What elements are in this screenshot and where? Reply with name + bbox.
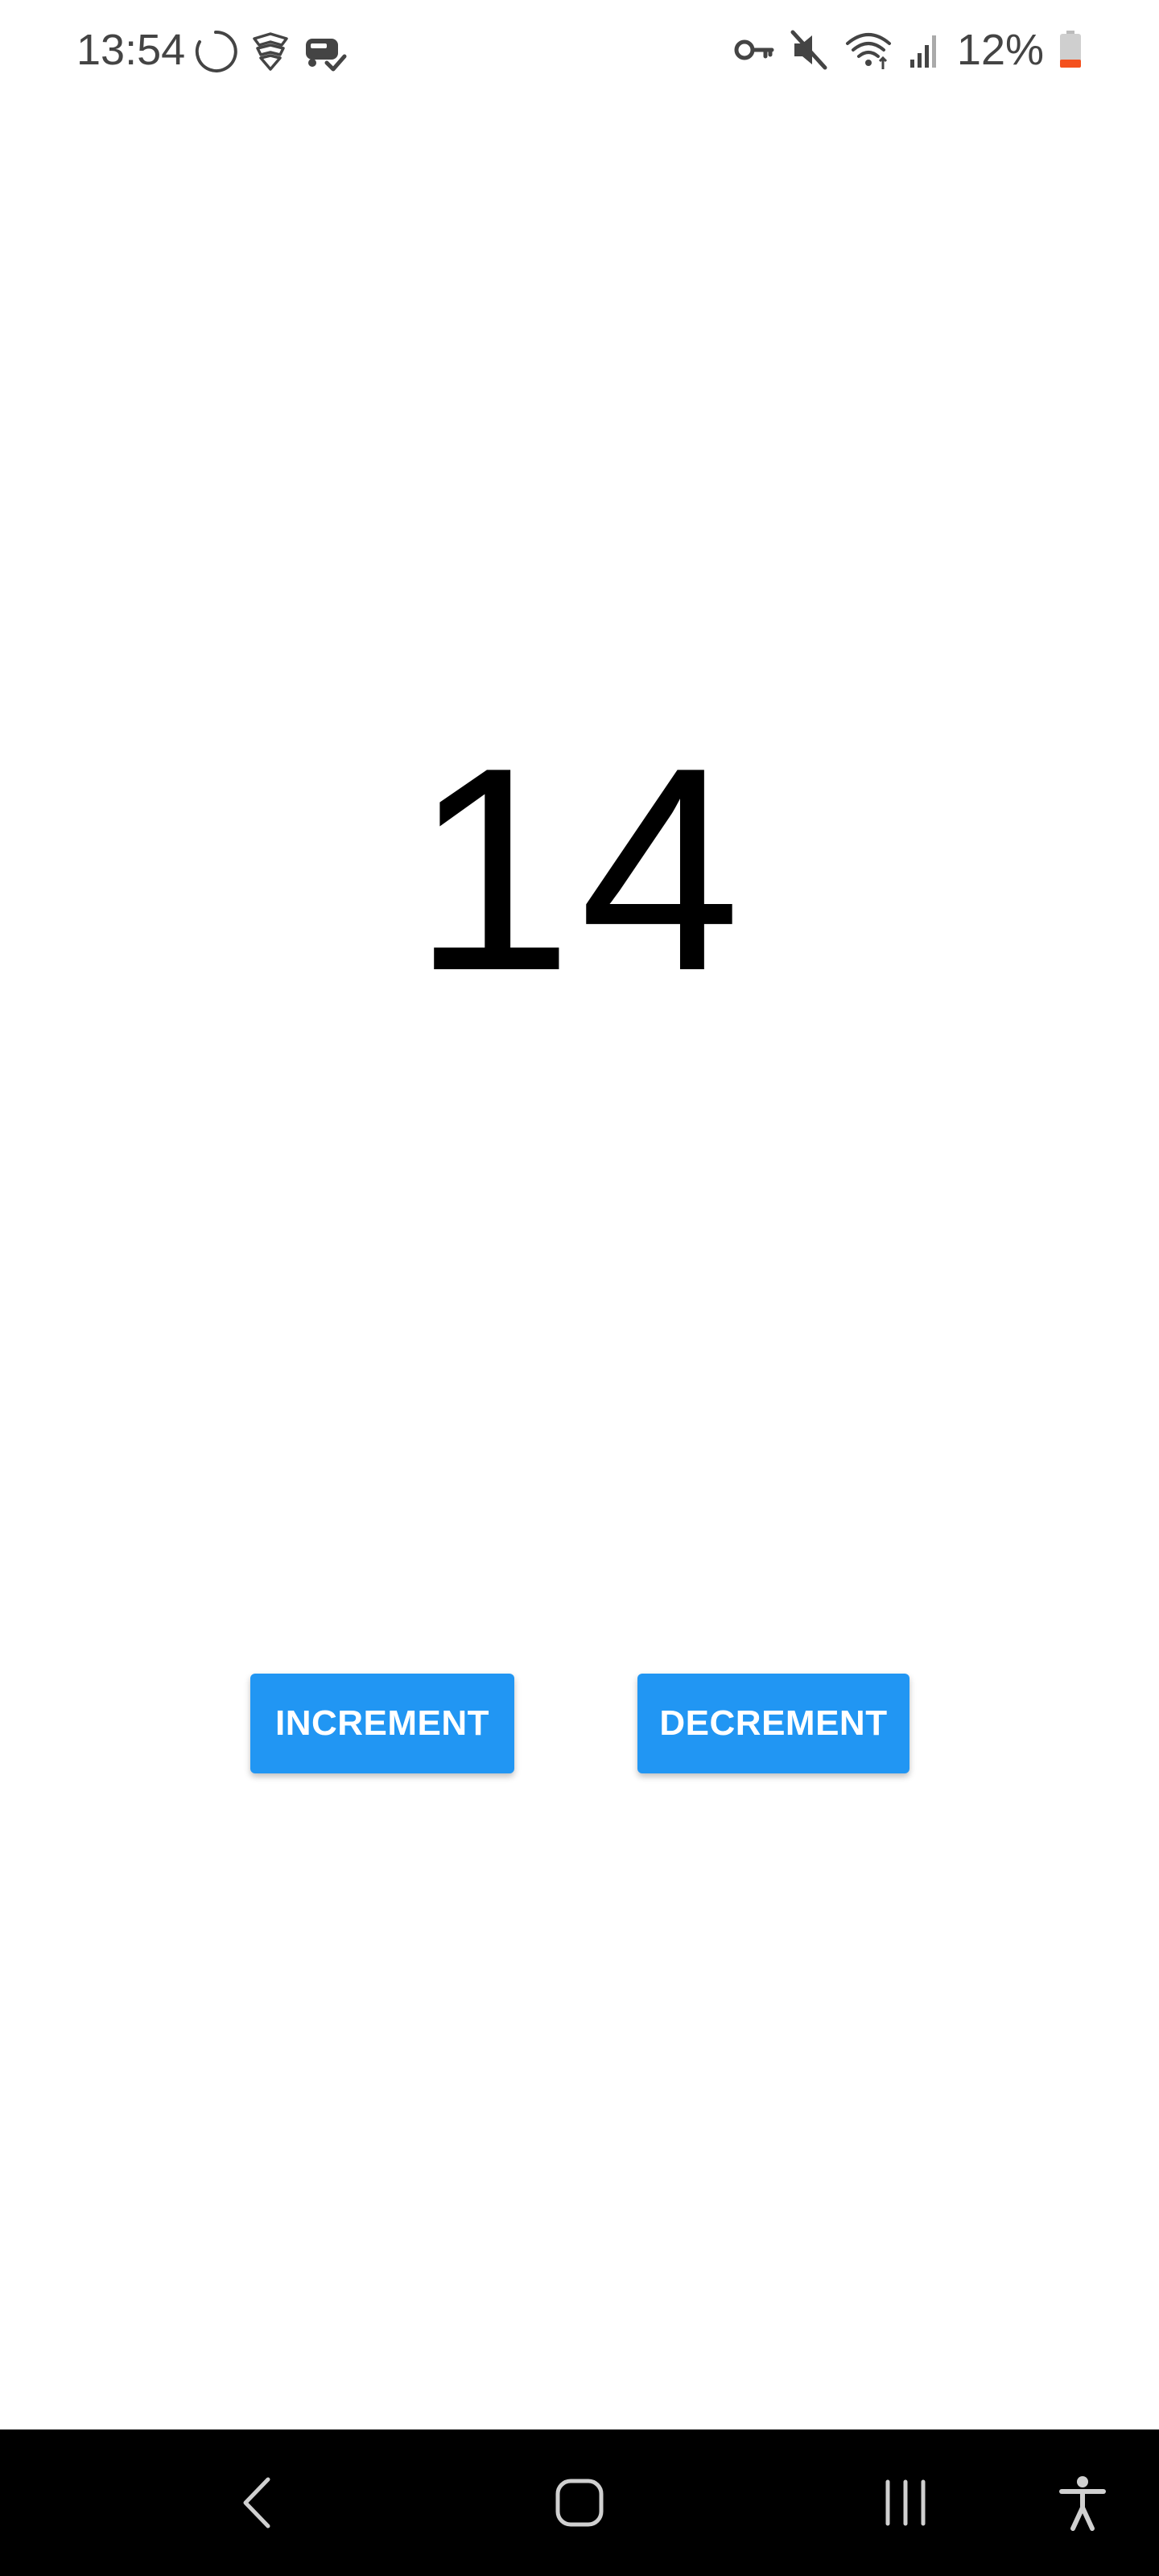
status-left-icons (193, 29, 348, 74)
status-bar: 13:54 12% (0, 0, 1159, 105)
navigation-bar (0, 2429, 1159, 2576)
increment-button[interactable]: INCREMENT (250, 1674, 514, 1773)
status-right-icons: 12% (733, 24, 1083, 76)
decrement-button[interactable]: DECREMENT (637, 1674, 909, 1773)
battery-percentage: 12% (956, 26, 1044, 74)
signal-icon (907, 29, 942, 71)
status-time: 13:54 (76, 26, 186, 74)
battery-low-icon (1058, 29, 1083, 71)
home-icon[interactable] (539, 2429, 620, 2576)
key-icon (733, 29, 775, 71)
shield-stack-icon (250, 31, 291, 72)
accessibility-icon[interactable] (1042, 2429, 1123, 2576)
loading-circle-icon (193, 29, 238, 74)
mute-icon (790, 29, 830, 71)
counter-value: 14 (411, 708, 748, 1031)
recents-icon[interactable] (865, 2429, 946, 2576)
car-check-icon (303, 31, 348, 72)
wifi-icon (844, 29, 893, 71)
back-icon[interactable] (217, 2429, 298, 2576)
app-screen: 13:54 12% 14 INCREMENT DECREMENT (0, 0, 1159, 2576)
